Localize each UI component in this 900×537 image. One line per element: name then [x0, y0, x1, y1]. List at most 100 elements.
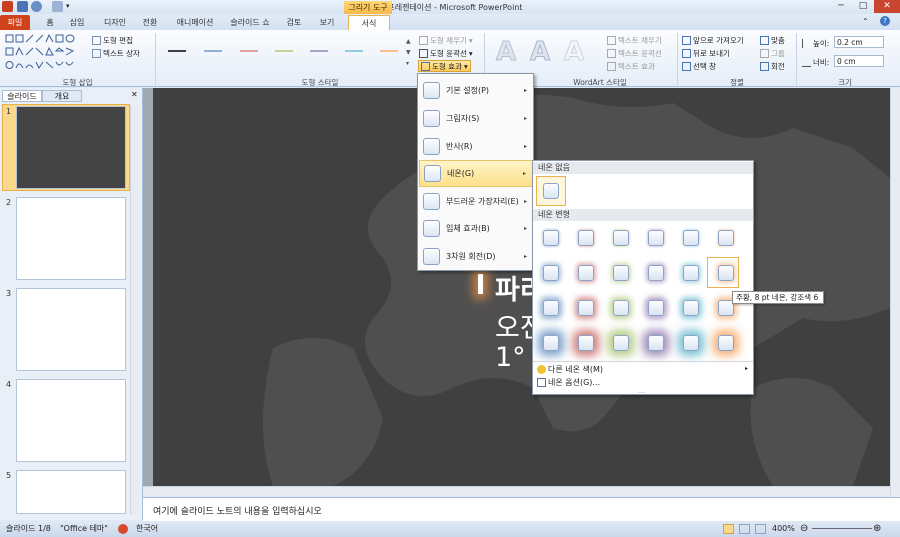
text-effects-button[interactable]: 텍스트 효과: [607, 61, 655, 72]
shape-style-sample[interactable]: [380, 50, 398, 52]
tab-view[interactable]: 보기: [316, 15, 338, 30]
tab-insert[interactable]: 삽입: [66, 15, 88, 30]
no-glow-swatch[interactable]: [543, 183, 559, 199]
shape-fill-button[interactable]: 도형 채우기 ▾: [419, 35, 473, 46]
shape-style-sample[interactable]: [345, 50, 363, 52]
menu-item-3d-rotation[interactable]: 3차원 회전(D) ▸: [419, 243, 533, 270]
slide-thumbnail[interactable]: [16, 106, 126, 189]
tab-home[interactable]: 홈: [40, 15, 60, 30]
send-backward-button[interactable]: 뒤로 보내기: [682, 48, 730, 59]
minimize-button[interactable]: ─: [830, 0, 852, 13]
slide-thumbnail[interactable]: [16, 470, 126, 514]
reading-view-icon[interactable]: [755, 524, 766, 534]
glow-variation-swatch[interactable]: [648, 335, 664, 351]
glow-options[interactable]: 네온 옵션(G)...: [537, 377, 600, 388]
shape-outline-button[interactable]: 도형 윤곽선 ▾: [419, 48, 473, 59]
menu-item-glow[interactable]: 네온(G) ▸: [419, 160, 533, 187]
slide-sorter-view-icon[interactable]: [739, 524, 750, 534]
text-outline-button[interactable]: 텍스트 윤곽선: [607, 48, 662, 59]
tab-slideshow[interactable]: 슬라이드 쇼: [227, 15, 273, 30]
tab-design[interactable]: 디자인: [100, 15, 130, 30]
zoom-slider[interactable]: [812, 528, 872, 529]
shape-style-sample[interactable]: [168, 50, 186, 52]
selected-line-shape[interactable]: [478, 274, 483, 294]
tab-animations[interactable]: 애니메이션: [172, 15, 218, 30]
glow-variation-swatch[interactable]: [718, 335, 734, 351]
glow-variation-swatch[interactable]: [543, 335, 559, 351]
glow-variation-swatch[interactable]: [578, 230, 594, 246]
menu-item-reflection[interactable]: 반사(R) ▸: [419, 133, 533, 160]
glow-variation-swatch[interactable]: [578, 265, 594, 281]
slides-pane-scrollbar[interactable]: [130, 105, 139, 515]
shape-style-sample[interactable]: [275, 50, 293, 52]
maximize-button[interactable]: □: [852, 0, 874, 13]
normal-view-icon[interactable]: [723, 524, 734, 534]
slide-thumbnail[interactable]: [16, 197, 126, 280]
resize-grip-icon[interactable]: ····: [638, 390, 646, 397]
shape-style-sample[interactable]: [204, 50, 222, 52]
tab-outline[interactable]: 개요: [42, 90, 82, 102]
slide-thumbnail[interactable]: [16, 288, 126, 371]
tab-format[interactable]: 서식: [348, 15, 390, 30]
gallery-scroll-arrows-icon[interactable]: ▲ ▼ ▾: [406, 36, 411, 69]
shape-style-sample[interactable]: [240, 50, 258, 52]
help-icon[interactable]: ?: [880, 16, 890, 26]
horizontal-scrollbar[interactable]: [143, 486, 890, 496]
shape-style-sample[interactable]: [310, 50, 328, 52]
notes-pane[interactable]: 여기에 슬라이드 노트의 내용을 입력하십시오: [143, 497, 900, 521]
glow-variation-swatch[interactable]: [613, 300, 629, 316]
shape-effects-button[interactable]: 도형 효과 ▾: [418, 60, 471, 72]
zoom-out-icon[interactable]: ⊖: [800, 521, 808, 537]
height-input[interactable]: 0.2 cm: [834, 36, 884, 48]
edit-shape-button[interactable]: 도형 편집: [92, 35, 133, 46]
menu-item-preset[interactable]: 기본 설정(P) ▸: [419, 77, 533, 104]
glow-variation-swatch[interactable]: [683, 335, 699, 351]
glow-variation-swatch[interactable]: [613, 230, 629, 246]
width-input[interactable]: 0 cm: [834, 55, 884, 67]
selection-pane-button[interactable]: 선택 창: [682, 61, 716, 72]
glow-variation-swatch[interactable]: [613, 335, 629, 351]
shapes-gallery[interactable]: [5, 33, 85, 72]
align-button[interactable]: 맞춤: [760, 35, 785, 46]
rotate-button[interactable]: 회전: [760, 61, 785, 72]
glow-variation-swatch[interactable]: [683, 230, 699, 246]
more-glow-colors[interactable]: 다른 네온 색(M): [537, 364, 603, 375]
glow-variation-swatch[interactable]: [543, 300, 559, 316]
close-button[interactable]: ✕: [874, 0, 900, 13]
slide-text-line[interactable]: 1°: [495, 342, 526, 373]
glow-variation-swatch[interactable]: [683, 300, 699, 316]
glow-variation-swatch[interactable]: [683, 265, 699, 281]
wordart-style-fill-icon[interactable]: A: [526, 37, 554, 68]
spelling-check-icon[interactable]: [118, 524, 128, 534]
glow-variation-swatch[interactable]: [543, 230, 559, 246]
zoom-level[interactable]: 400%: [772, 521, 795, 537]
glow-variation-swatch[interactable]: [718, 230, 734, 246]
ribbon-collapse-chevron-up-icon[interactable]: ⌃: [862, 17, 869, 26]
text-fill-button[interactable]: 텍스트 채우기: [607, 35, 662, 46]
vertical-scrollbar[interactable]: [890, 88, 900, 498]
glow-variation-swatch[interactable]: [578, 300, 594, 316]
wordart-style-plain-icon[interactable]: A: [492, 37, 520, 68]
glow-variation-swatch[interactable]: [578, 335, 594, 351]
menu-item-bevel[interactable]: 입체 효과(B) ▸: [419, 215, 533, 242]
tab-file[interactable]: 파일: [0, 15, 30, 30]
slide-thumbnail[interactable]: [16, 379, 126, 462]
wordart-style-outline-icon[interactable]: A: [560, 37, 588, 68]
group-button[interactable]: 그룹: [760, 48, 785, 59]
glow-variation-swatch[interactable]: [648, 230, 664, 246]
shape-styles-gallery[interactable]: [160, 34, 412, 74]
bring-forward-button[interactable]: 앞으로 가져오기: [682, 35, 744, 46]
zoom-in-icon[interactable]: ⊕: [873, 521, 881, 537]
tab-review[interactable]: 검토: [283, 15, 305, 30]
menu-item-shadow[interactable]: 그림자(S) ▸: [419, 105, 533, 132]
menu-item-soft-edges[interactable]: 부드러운 가장자리(E) ▸: [419, 188, 533, 215]
text-box-button[interactable]: 텍스트 상자: [92, 48, 140, 59]
glow-variation-swatch[interactable]: [543, 265, 559, 281]
close-pane-icon[interactable]: ✕: [131, 90, 138, 99]
status-language[interactable]: 한국어: [136, 521, 158, 537]
glow-variation-swatch[interactable]: [648, 300, 664, 316]
tab-slides[interactable]: 슬라이드: [2, 90, 42, 102]
shapes-gallery-icons[interactable]: [5, 33, 85, 72]
glow-variation-swatch[interactable]: [613, 265, 629, 281]
glow-variation-swatch[interactable]: [648, 265, 664, 281]
